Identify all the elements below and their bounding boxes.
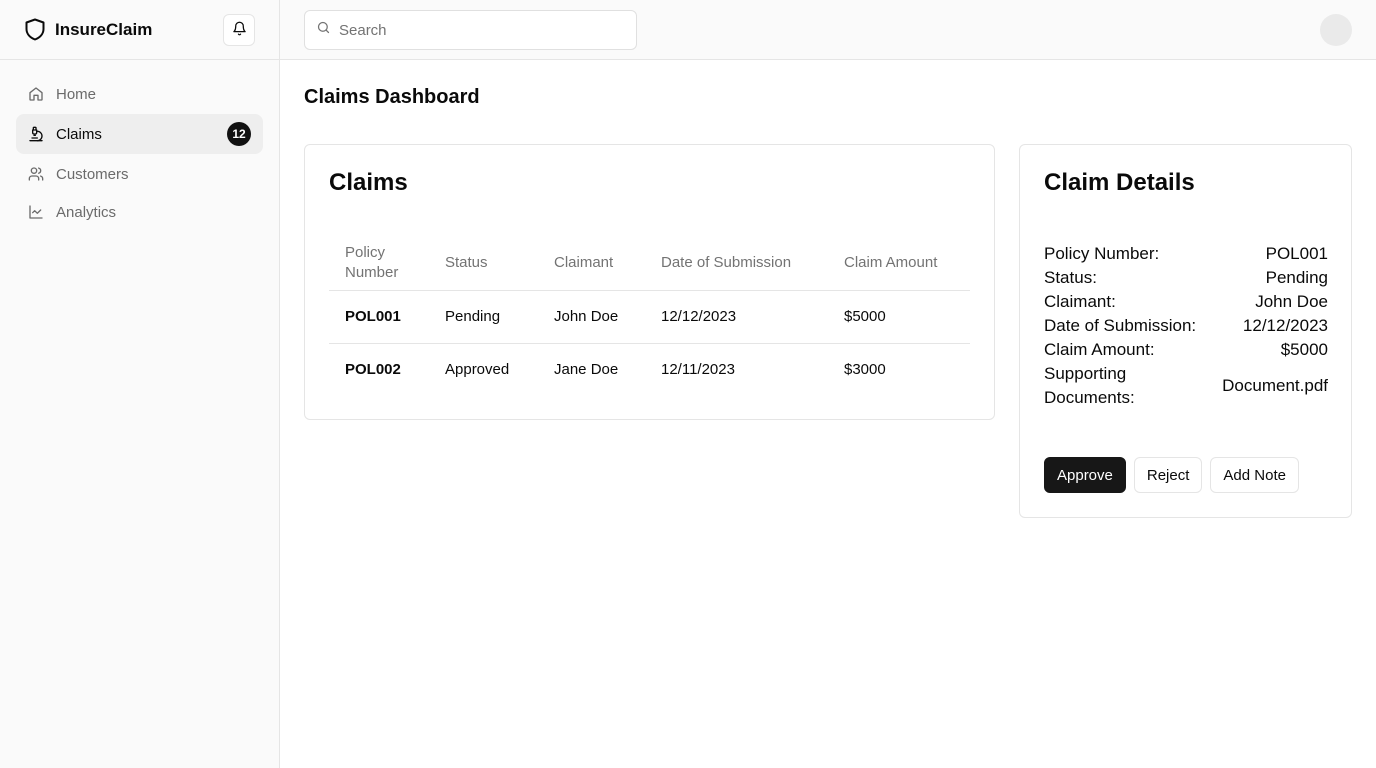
detail-label: Status: <box>1044 268 1097 287</box>
detail-row-status: Status: Pending <box>1044 266 1328 290</box>
sidebar-item-label: Home <box>56 85 97 103</box>
add-note-button[interactable]: Add Note <box>1210 457 1299 493</box>
column-header-claimant: Claimant <box>538 236 645 291</box>
detail-value: $5000 <box>1280 340 1328 359</box>
detail-label: Supporting Documents: <box>1044 364 1135 407</box>
claims-icon <box>28 126 44 142</box>
claim-details-title: Claim Details <box>1044 169 1195 196</box>
claims-table: Policy Number Status Claimant Date of Su… <box>329 236 970 396</box>
detail-value: POL001 <box>1265 244 1328 263</box>
search-input[interactable] <box>339 21 619 39</box>
detail-value: John Doe <box>1255 292 1328 311</box>
sidebar: InsureClaim Home Claims 12 Customers Ana… <box>0 0 280 768</box>
avatar[interactable] <box>1320 14 1352 46</box>
sidebar-item-label: Analytics <box>56 203 117 221</box>
column-header-date-of-submission: Date of Submission <box>645 236 828 291</box>
detail-label: Date of Submission: <box>1044 316 1197 335</box>
cell-status: Approved <box>445 361 510 379</box>
claims-card: Claims Policy Number Status Claimant Dat… <box>304 144 995 420</box>
sidebar-item-label: Customers <box>56 165 129 183</box>
table-header-row: Policy Number Status Claimant Date of Su… <box>329 236 970 291</box>
cell-policy-number: POL002 <box>345 361 401 379</box>
brand[interactable]: InsureClaim <box>24 18 152 42</box>
cell-date: 12/11/2023 <box>661 361 735 379</box>
detail-label: Policy Number: <box>1044 244 1160 263</box>
brand-name: InsureClaim <box>55 19 153 39</box>
sidebar-header: InsureClaim <box>0 0 279 60</box>
claims-count-badge: 12 <box>227 122 251 146</box>
cell-claimant: John Doe <box>538 290 645 344</box>
table-row[interactable]: POL001 Pending John Doe 12/12/2023 $5000 <box>329 290 970 344</box>
detail-row-claimant: Claimant: John Doe <box>1044 290 1328 314</box>
reject-button[interactable]: Reject <box>1133 457 1203 493</box>
sidebar-item-label: Claims <box>56 125 102 143</box>
top-bar <box>280 0 1376 60</box>
page-title: Claims Dashboard <box>304 86 480 108</box>
home-icon <box>28 86 44 102</box>
detail-row-date-of-submission: Date of Submission: 12/12/2023 <box>1044 314 1328 338</box>
detail-label: Claim Amount: <box>1044 340 1155 359</box>
claim-details-list: Policy Number: POL001 Status: Pending Cl… <box>1044 242 1328 410</box>
detail-value: 12/12/2023 <box>1242 316 1328 335</box>
search-box[interactable] <box>304 10 637 50</box>
claim-details-card: Claim Details Policy Number: POL001 Stat… <box>1019 144 1352 518</box>
sidebar-item-claims[interactable]: Claims 12 <box>16 114 263 154</box>
cell-amount: $5000 <box>828 290 970 344</box>
column-header-status: Status <box>429 236 538 291</box>
cell-status: Pending <box>429 290 538 344</box>
users-icon <box>28 166 44 182</box>
document-link[interactable]: Document.pdf <box>1222 374 1328 398</box>
table-row[interactable]: POL002 Approved Jane Doe 12/11/2023 $300… <box>329 343 970 396</box>
shield-icon <box>24 18 46 42</box>
notifications-button[interactable] <box>223 14 255 46</box>
chart-line-icon <box>28 204 44 220</box>
detail-row-supporting-documents: Supporting Documents: Document.pdf <box>1044 362 1328 410</box>
column-header-claim-amount: Claim Amount <box>828 236 970 291</box>
search-icon <box>316 20 331 40</box>
cell-amount: $3000 <box>844 361 886 379</box>
bell-icon <box>232 21 247 39</box>
column-header-policy-number: Policy Number <box>329 236 429 291</box>
sidebar-item-customers[interactable]: Customers <box>16 156 263 192</box>
cell-claimant: Jane Doe <box>554 361 619 379</box>
detail-row-policy-number: Policy Number: POL001 <box>1044 242 1328 266</box>
detail-value: Pending <box>1265 268 1328 287</box>
claim-actions: Approve Reject Add Note <box>1044 457 1299 493</box>
detail-row-claim-amount: Claim Amount: $5000 <box>1044 338 1328 362</box>
detail-label: Claimant: <box>1044 292 1116 311</box>
sidebar-nav: Home Claims 12 Customers Analytics <box>0 60 279 246</box>
approve-button[interactable]: Approve <box>1044 457 1126 493</box>
sidebar-item-analytics[interactable]: Analytics <box>16 194 263 230</box>
cell-date: 12/12/2023 <box>645 290 828 344</box>
claims-card-title: Claims <box>329 169 408 196</box>
sidebar-item-home[interactable]: Home <box>16 76 263 112</box>
cell-policy-number: POL001 <box>329 290 429 344</box>
